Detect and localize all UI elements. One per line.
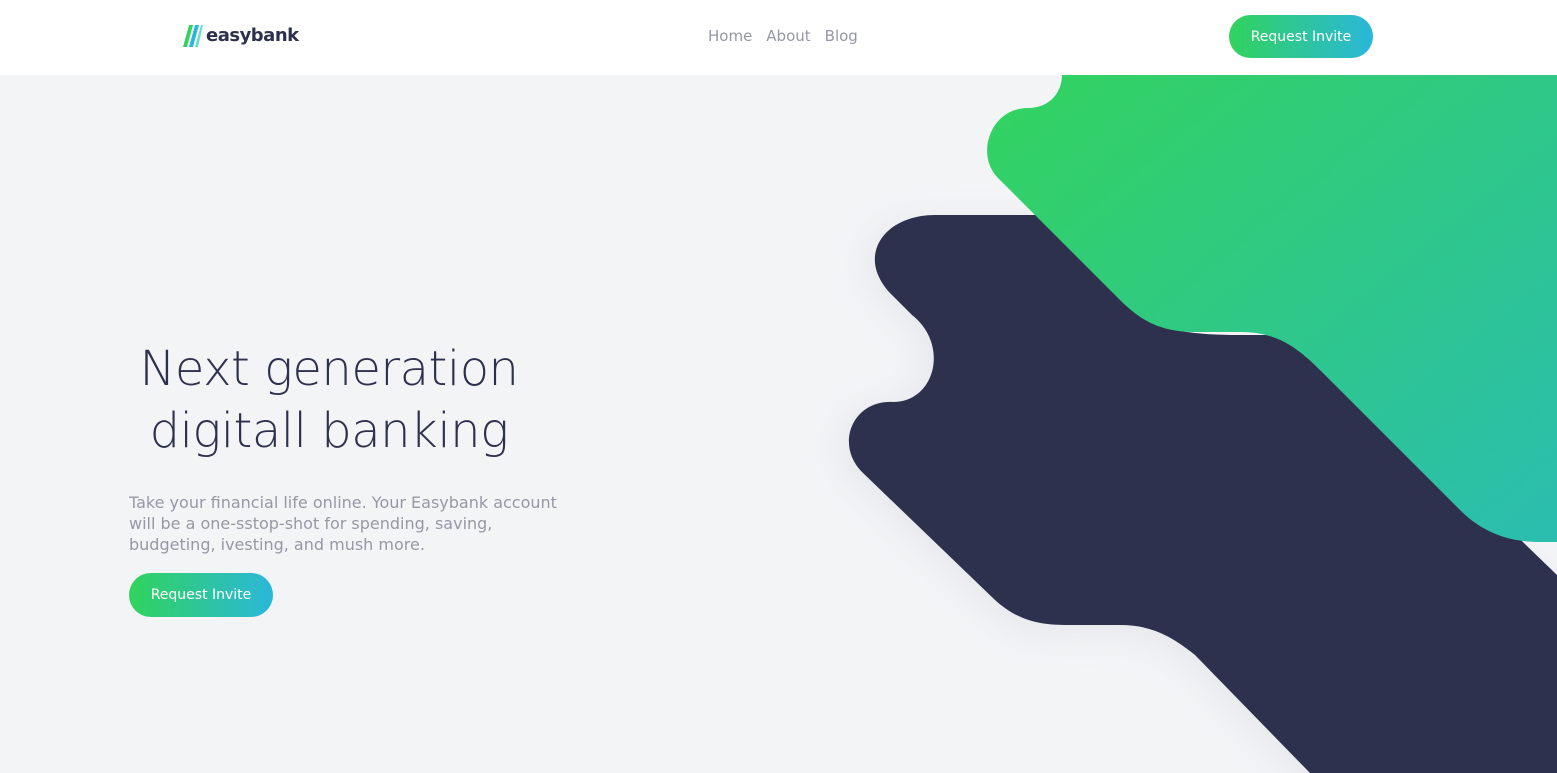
- page: easybank Home About Blog Request Invite …: [0, 0, 1557, 773]
- header-request-invite-button[interactable]: Request Invite: [1229, 15, 1373, 58]
- hero-request-invite-button[interactable]: Request Invite: [129, 573, 273, 617]
- hero-description: Take your financial life online. Your Ea…: [129, 493, 557, 554]
- hero-title: Next generation digitall banking: [129, 338, 529, 462]
- nav-link-home[interactable]: Home: [708, 25, 752, 47]
- logo-text: easybank: [206, 25, 299, 46]
- hero-section: Next generation digitall banking Take yo…: [129, 338, 599, 617]
- logo-link[interactable]: easybank: [183, 25, 299, 47]
- hero-title-line-2: digitall banking: [149, 403, 509, 459]
- main-nav: Home About Blog: [708, 25, 858, 47]
- hero-title-line-1: Next generation: [139, 341, 519, 397]
- nav-link-about[interactable]: About: [766, 25, 810, 47]
- nav-link-blog[interactable]: Blog: [825, 25, 858, 47]
- site-header: easybank Home About Blog Request Invite: [0, 0, 1557, 75]
- logo-mark-icon: [183, 25, 203, 47]
